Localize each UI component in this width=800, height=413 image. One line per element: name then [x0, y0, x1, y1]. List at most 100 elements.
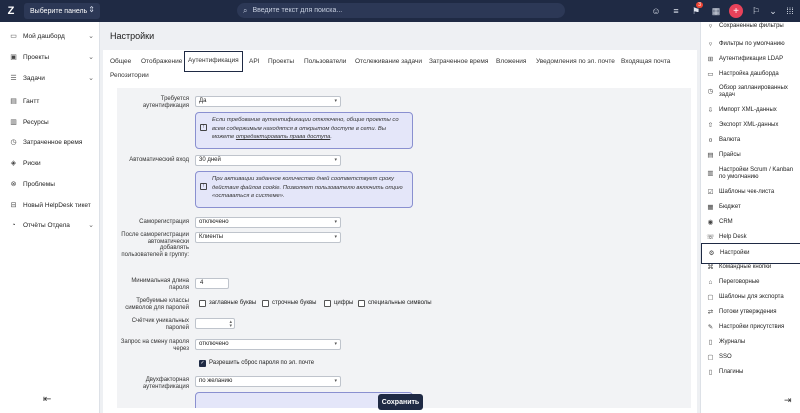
calendar-icon[interactable]: ▦	[706, 0, 726, 22]
flag-icon[interactable]: ⚐	[746, 0, 766, 22]
panel-select[interactable]: Выберите панель ⇕	[24, 3, 100, 19]
tab-repositories[interactable]: Репозитории	[110, 70, 149, 82]
problem-icon: ⊗	[10, 181, 17, 188]
self-registration-select[interactable]: отключено ▾	[195, 217, 341, 228]
menu-export-templates[interactable]: ▢ Шаблоны для экспорта	[701, 292, 800, 303]
menu-budget[interactable]: ▦ Бюджет	[701, 202, 800, 213]
autologin-value: 30 дней	[199, 157, 221, 163]
tab-display[interactable]: Отображение	[141, 56, 182, 68]
sidebar-item-dashboard[interactable]: ▭ Мой дашборд ⌄	[0, 28, 100, 44]
menu-journals[interactable]: ▯ Журналы	[701, 337, 800, 348]
apps-grid-icon[interactable]: ⁞⁞⁞	[780, 0, 800, 22]
menu-meeting-rooms[interactable]: ⌂ Переговорные	[701, 277, 800, 288]
tab-general[interactable]: Общее	[110, 56, 131, 68]
menu-prices[interactable]: ▤ Прайсы	[701, 150, 800, 161]
sidebar-item-gantt[interactable]: ▤ Гантт	[0, 93, 100, 109]
chevron-down-icon: ⌄	[88, 222, 94, 229]
uppercase-checkbox[interactable]	[199, 300, 206, 307]
tab-api[interactable]: API	[249, 56, 259, 68]
menu-dashboard-settings[interactable]: ▭ Настройка дашборда	[701, 69, 800, 80]
notifications-icon[interactable]: ⚑ 3	[686, 0, 706, 22]
menu-helpdesk[interactable]: ☏ Help Desk	[701, 232, 800, 243]
menu-settings[interactable]: ⚙ Настройки	[701, 243, 800, 264]
menu-crm[interactable]: ◉ CRM	[701, 217, 800, 228]
sidebar-item-label: Ресурсы	[23, 118, 49, 126]
min-password-input[interactable]: 4	[195, 278, 229, 289]
menu-saved-filters[interactable]: ▿ Сохраненные фильтры	[701, 22, 800, 35]
menu-ldap[interactable]: ⊞ Аутентификация LDAP	[701, 54, 800, 65]
briefcase-icon: ▣	[10, 54, 17, 61]
password-reset-checkbox[interactable]: ✓	[199, 360, 206, 367]
sidebar-item-resources[interactable]: ▥ Ресурсы	[0, 114, 100, 130]
menu-scheduled-tasks[interactable]: ◷ Обзор запланированных задач	[701, 83, 800, 100]
menu-approval-flows[interactable]: ⇄ Потоки утверждения	[701, 307, 800, 318]
menu-presence-settings[interactable]: ✎ Настройки присутствия	[701, 322, 800, 333]
sidebar-item-reports[interactable]: ◔ Отчёты Отдела ⌄	[0, 217, 100, 233]
menu-command-buttons[interactable]: ⌘ Командные кнопки	[701, 262, 800, 273]
chevron-down-icon: ▾	[334, 234, 337, 240]
save-button[interactable]: Сохранить	[378, 394, 423, 410]
tab-users[interactable]: Пользователи	[304, 56, 346, 68]
checklist-icon: ☑	[707, 189, 714, 196]
menu-checklist-templates[interactable]: ☑ Шаблоны чек-листа	[701, 187, 800, 198]
sidebar-item-helpdesk-ticket[interactable]: ⊟ Новый HelpDesk тикет	[0, 197, 100, 213]
menu-sso[interactable]: ▢ SSO	[701, 352, 800, 363]
menu-scrum-kanban[interactable]: ▥ Настройки Scrum / Kanban по умолчанию	[701, 165, 800, 182]
menu-label: Командные кнопки	[719, 264, 772, 270]
sidebar-item-time[interactable]: ◷ Затраченное время	[0, 134, 100, 150]
auth-info-end: .	[330, 134, 332, 140]
chevron-down-icon[interactable]: ⌄	[766, 0, 780, 22]
user-icon[interactable]: ☺	[646, 0, 666, 22]
sidebar-item-risks[interactable]: ◈ Риски	[0, 155, 100, 171]
export-icon: ⇧	[707, 122, 714, 129]
info-icon: !	[200, 183, 207, 190]
app-logo[interactable]: Z	[0, 0, 22, 22]
sidebar-item-problems[interactable]: ⊗ Проблемы	[0, 176, 100, 192]
special-chars-label: специальные символы	[368, 300, 432, 306]
min-password-label: Минимальная длина пароля	[131, 278, 189, 291]
crm-icon: ◉	[707, 219, 714, 226]
tab-issue-tracking[interactable]: Отслеживание задачи	[355, 56, 422, 68]
settings-icon: ⚙	[708, 250, 715, 257]
unique-passwords-stepper[interactable]: ▴ ▾	[195, 318, 235, 329]
tab-email-notifications[interactable]: Уведомления по эл. почте	[536, 56, 615, 68]
template-icon: ▢	[707, 294, 714, 301]
add-button[interactable]: +	[726, 0, 746, 22]
twofa-select[interactable]: по желанию ▾	[195, 376, 341, 387]
after-selfreg-label: После саморегистрации автоматически доба…	[121, 232, 189, 258]
auth-required-select[interactable]: Да ▾	[195, 96, 341, 107]
tab-time-tracking[interactable]: Затраченное время	[429, 56, 488, 68]
chevron-updown-icon: ⇕	[88, 5, 95, 14]
tab-incoming-email[interactable]: Входящая почта	[621, 56, 670, 68]
lowercase-checkbox[interactable]	[262, 300, 269, 307]
search-input[interactable]	[252, 7, 543, 14]
admin-menu-panel: ▿ Сохраненные фильтры ▿ Фильтры по умолчан…	[700, 22, 800, 413]
digits-checkbox[interactable]	[324, 300, 331, 307]
menu-xml-import[interactable]: ⇩ Импорт XML-данных	[701, 105, 800, 116]
special-chars-checkbox[interactable]	[358, 300, 365, 307]
tab-attachments[interactable]: Вложения	[496, 56, 526, 68]
autologin-select[interactable]: 30 дней ▾	[195, 155, 341, 166]
after-selfreg-select[interactable]: Клиенты ▾	[195, 232, 341, 243]
sidebar-item-tasks[interactable]: ☰ Задачи ⌄	[0, 70, 100, 86]
edit-permissions-link[interactable]: отредактировать права доступа	[236, 134, 330, 140]
menu-xml-export[interactable]: ⇧ Экспорт XML-данных	[701, 120, 800, 131]
sidebar-item-projects[interactable]: ▣ Проекты ⌄	[0, 49, 100, 65]
password-change-select[interactable]: отключено ▾	[195, 339, 341, 350]
menu-currency[interactable]: ¤ Валюта	[701, 135, 800, 146]
menu-label: Прайсы	[719, 152, 741, 158]
tab-projects[interactable]: Проекты	[268, 56, 294, 68]
menu-default-filters[interactable]: ▿ Фильтры по умолчанию	[701, 39, 800, 50]
journal-icon: ▯	[708, 339, 713, 346]
stepper-arrows-icon[interactable]: ▴ ▾	[229, 320, 232, 329]
left-sidebar: ▭ Мой дашборд ⌄ ▣ Проекты ⌄ ☰ Задачи ⌄ ▤ Гантт …	[0, 22, 100, 413]
sidebar-item-label: Проблемы	[23, 180, 55, 188]
collapse-panel-icon[interactable]: ⇥	[784, 395, 792, 406]
menu-plugins[interactable]: ▯ Плагины	[701, 367, 800, 378]
plus-icon: +	[729, 4, 743, 18]
filter-settings-icon[interactable]: ≡	[666, 0, 686, 22]
collapse-sidebar-icon[interactable]: ⇤	[43, 394, 51, 405]
menu-label: Настройки присутствия	[719, 324, 785, 330]
global-search[interactable]: ⌕	[237, 3, 565, 18]
tab-authentication[interactable]: Аутентификация	[184, 51, 243, 72]
